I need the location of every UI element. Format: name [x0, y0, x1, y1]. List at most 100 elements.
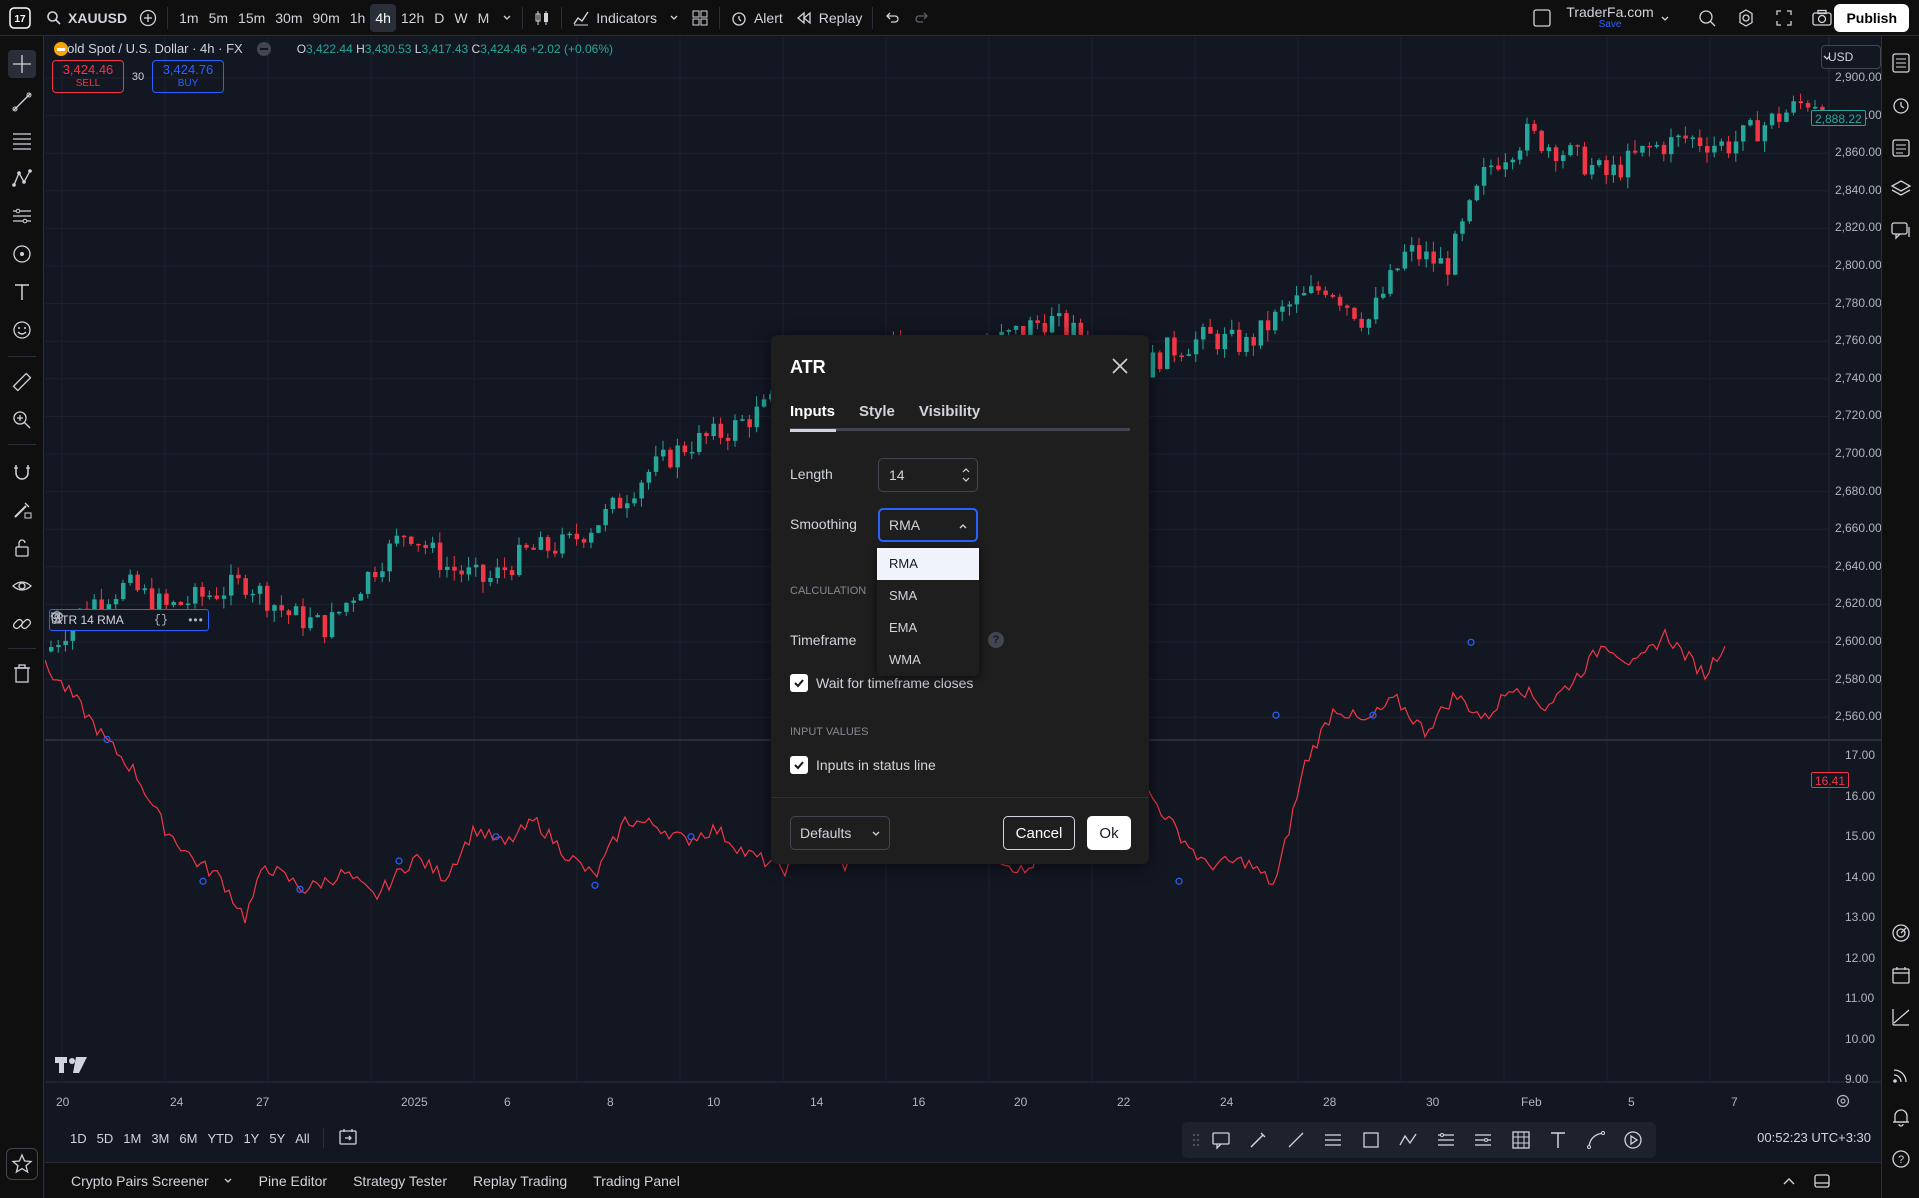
maximize-panel-button[interactable]	[1813, 1172, 1831, 1193]
layout-checkbox[interactable]	[1532, 8, 1552, 31]
link-tool[interactable]	[8, 610, 36, 638]
streams-button[interactable]	[1888, 1062, 1914, 1088]
watchlist-button[interactable]	[1888, 50, 1914, 76]
rectangle-tool[interactable]	[1356, 1125, 1386, 1155]
wait-timeframe-checkbox[interactable]	[790, 674, 808, 692]
callout-tool[interactable]	[1206, 1125, 1236, 1155]
path-tool[interactable]	[1393, 1125, 1423, 1155]
range-1d[interactable]: 1D	[65, 1131, 92, 1146]
trading-panel-button[interactable]	[1888, 1004, 1914, 1030]
ruler-tool[interactable]	[8, 368, 36, 396]
range-6m[interactable]: 6M	[174, 1131, 202, 1146]
pattern-tool[interactable]	[8, 164, 36, 192]
timeframe-dropdown[interactable]	[496, 0, 518, 36]
source-code-icon[interactable]: {}	[154, 613, 168, 627]
chats-button[interactable]	[1888, 218, 1914, 244]
pen-tool[interactable]	[1243, 1125, 1273, 1155]
tab-crypto-pairs-screener[interactable]: Crypto Pairs Screener	[45, 1173, 246, 1189]
lock-drawings-tool[interactable]	[8, 534, 36, 562]
timeframe-m[interactable]: M	[473, 4, 495, 32]
currency-selector[interactable]: USD	[1821, 45, 1881, 69]
timeframe-w[interactable]: W	[449, 4, 472, 32]
arrow-tool[interactable]	[1618, 1125, 1648, 1155]
timeframe-1h[interactable]: 1h	[345, 4, 371, 32]
layout-button[interactable]	[685, 0, 715, 36]
layers-button[interactable]	[1888, 176, 1914, 202]
collapse-panel-button[interactable]	[1781, 1173, 1797, 1192]
range-ytd[interactable]: YTD	[202, 1131, 238, 1146]
undo-button[interactable]	[877, 0, 907, 36]
redo-button[interactable]	[907, 0, 937, 36]
indicators-button[interactable]: Indicators	[566, 0, 663, 36]
alerts-button[interactable]	[1888, 92, 1914, 118]
chart-type-button[interactable]	[527, 0, 557, 36]
defaults-button[interactable]: Defaults	[790, 816, 890, 850]
account-dropdown[interactable]	[1660, 12, 1670, 27]
favorites-tool[interactable]	[6, 1148, 38, 1180]
range-1y[interactable]: 1Y	[238, 1131, 264, 1146]
remove-drawings-tool[interactable]	[8, 660, 36, 688]
sell-button[interactable]: 3,424.46 SELL	[52, 60, 124, 93]
replay-button[interactable]: Replay	[789, 0, 869, 36]
alert-button[interactable]: Alert	[724, 0, 789, 36]
timeframe-5m[interactable]: 5m	[204, 4, 233, 32]
option-sma[interactable]: SMA	[877, 580, 979, 612]
option-wma[interactable]: WMA	[877, 644, 979, 676]
symbol-search[interactable]: XAUUSD	[40, 0, 133, 36]
indicator-templates-dropdown[interactable]	[663, 0, 685, 36]
quick-search-button[interactable]	[1697, 8, 1717, 31]
timeframe-4h[interactable]: 4h	[370, 3, 396, 32]
brush-tool[interactable]	[8, 240, 36, 268]
cancel-button[interactable]: Cancel	[1003, 816, 1075, 850]
account-menu[interactable]: TraderFa.com Save	[1565, 4, 1655, 30]
line-tool[interactable]	[1281, 1125, 1311, 1155]
range-3m[interactable]: 3M	[146, 1131, 174, 1146]
fib-channel-tool[interactable]	[1468, 1125, 1498, 1155]
timeframe-12h[interactable]: 12h	[396, 4, 429, 32]
more-icon[interactable]: •••	[188, 613, 204, 627]
text-tool[interactable]	[8, 278, 36, 306]
timeframe-30m[interactable]: 30m	[270, 4, 307, 32]
snapshot-button[interactable]	[1811, 8, 1833, 31]
lines-tool[interactable]	[1318, 1125, 1348, 1155]
forecast-tool[interactable]	[8, 202, 36, 230]
utc-clock[interactable]: 00:52:23 UTC+3:30	[1757, 1130, 1871, 1145]
curve-tool[interactable]	[1581, 1125, 1611, 1155]
option-rma[interactable]: RMA	[877, 548, 979, 580]
fullscreen-button[interactable]	[1774, 8, 1794, 31]
fib-tool[interactable]	[8, 126, 36, 154]
object-tree-button[interactable]	[1888, 134, 1914, 160]
timeframe-d[interactable]: D	[429, 4, 449, 32]
tab-strategy-tester[interactable]: Strategy Tester	[340, 1173, 460, 1189]
hide-drawings-tool[interactable]	[8, 572, 36, 600]
tab-inputs[interactable]: Inputs	[790, 403, 835, 429]
publish-button[interactable]: Publish	[1834, 4, 1909, 32]
trend-line-tool[interactable]	[8, 88, 36, 116]
tab-replay-trading[interactable]: Replay Trading	[460, 1173, 580, 1189]
tab-visibility[interactable]: Visibility	[919, 403, 980, 429]
length-input[interactable]: 14	[878, 458, 978, 492]
emoji-tool[interactable]	[8, 316, 36, 344]
range-1m[interactable]: 1M	[118, 1131, 146, 1146]
ideas-button[interactable]	[1888, 920, 1914, 946]
calendar-button[interactable]	[1888, 962, 1914, 988]
ok-button[interactable]: Ok	[1087, 816, 1131, 850]
close-button[interactable]	[1109, 355, 1131, 377]
gann-tool[interactable]	[1506, 1125, 1536, 1155]
stay-drawing-tool[interactable]	[8, 496, 36, 524]
indicator-legend[interactable]: ATR 14 RMA {} •••	[49, 609, 209, 631]
magnet-tool[interactable]	[8, 458, 36, 486]
tradingview-logo-icon[interactable]: 17	[0, 0, 40, 36]
buy-button[interactable]: 3,424.76 BUY	[152, 60, 224, 93]
series-title[interactable]: Gold Spot / U.S. Dollar · 4h · FX	[57, 41, 243, 56]
tab-trading-panel[interactable]: Trading Panel	[580, 1173, 693, 1189]
range-all[interactable]: All	[290, 1131, 314, 1146]
range-5d[interactable]: 5D	[92, 1131, 119, 1146]
range-5y[interactable]: 5Y	[264, 1131, 290, 1146]
zoom-tool[interactable]	[8, 406, 36, 434]
notifications-button[interactable]	[1888, 1104, 1914, 1130]
parallel-channel-tool[interactable]	[1431, 1125, 1461, 1155]
text-tool-2[interactable]	[1543, 1125, 1573, 1155]
option-ema[interactable]: EMA	[877, 612, 979, 644]
smoothing-select[interactable]: RMA	[878, 508, 978, 542]
